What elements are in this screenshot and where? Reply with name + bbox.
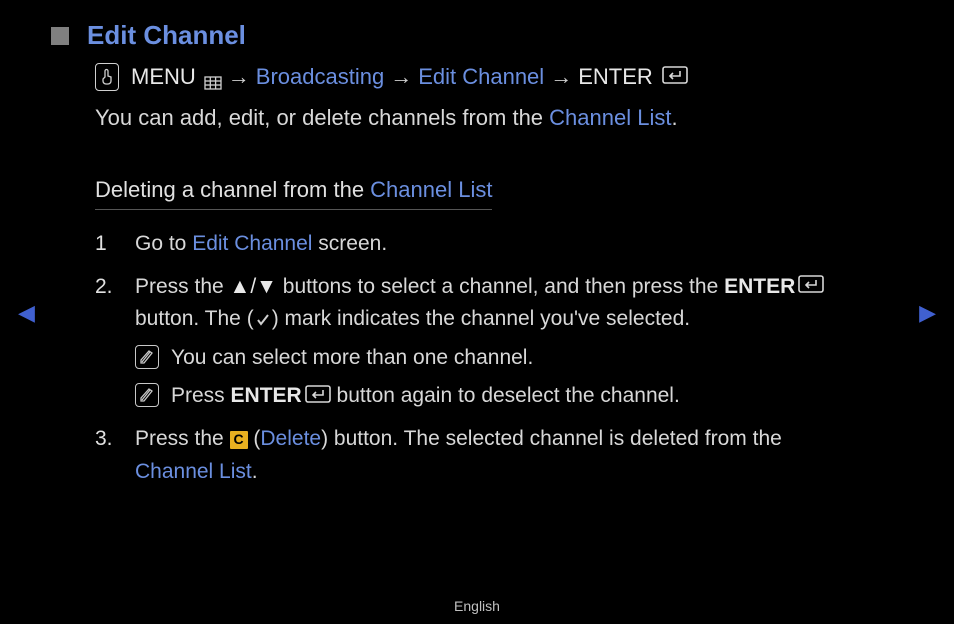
note-icon xyxy=(135,383,159,407)
section-heading: Deleting a channel from the Channel List xyxy=(95,177,492,210)
up-down-icon: ▲/▼ xyxy=(230,275,277,298)
step-number: 3. xyxy=(95,423,135,488)
note-row: You can select more than one channel. xyxy=(135,342,859,375)
arrow-icon: → xyxy=(228,64,250,90)
menu-grid-icon xyxy=(204,70,222,84)
step-2: 2. Press the ▲/▼ buttons to select a cha… xyxy=(95,271,859,414)
enter-icon xyxy=(662,64,688,90)
enter-icon xyxy=(798,271,824,304)
enter-icon xyxy=(305,381,331,414)
next-page-button[interactable]: ▶ xyxy=(919,300,936,326)
step-1: 1 Go to Edit Channel screen. xyxy=(95,228,859,261)
menu-label: MENU xyxy=(131,64,196,90)
touch-icon xyxy=(95,63,119,91)
intro-text: You can add, edit, or delete channels fr… xyxy=(95,105,859,131)
arrow-icon: → xyxy=(550,64,572,90)
step-number: 1 xyxy=(95,228,135,261)
breadcrumb-edit-channel: Edit Channel xyxy=(418,64,544,90)
c-button-icon: C xyxy=(230,431,248,449)
check-icon xyxy=(254,311,272,329)
step-3: 3. Press the C (Delete) button. The sele… xyxy=(95,423,859,488)
page-title: Edit Channel xyxy=(87,20,246,51)
language-label: English xyxy=(0,598,954,614)
note-icon xyxy=(135,345,159,369)
section-bullet-icon xyxy=(51,27,69,45)
breadcrumb: MENU → Broadcasting → Edit Channel → ENT… xyxy=(95,63,859,91)
note-row: Press ENTER button again to deselect the… xyxy=(135,380,859,413)
arrow-icon: → xyxy=(390,64,412,90)
enter-label: ENTER xyxy=(578,64,653,90)
step-number: 2. xyxy=(95,271,135,414)
prev-page-button[interactable]: ◀ xyxy=(18,300,35,326)
breadcrumb-broadcasting: Broadcasting xyxy=(256,64,384,90)
